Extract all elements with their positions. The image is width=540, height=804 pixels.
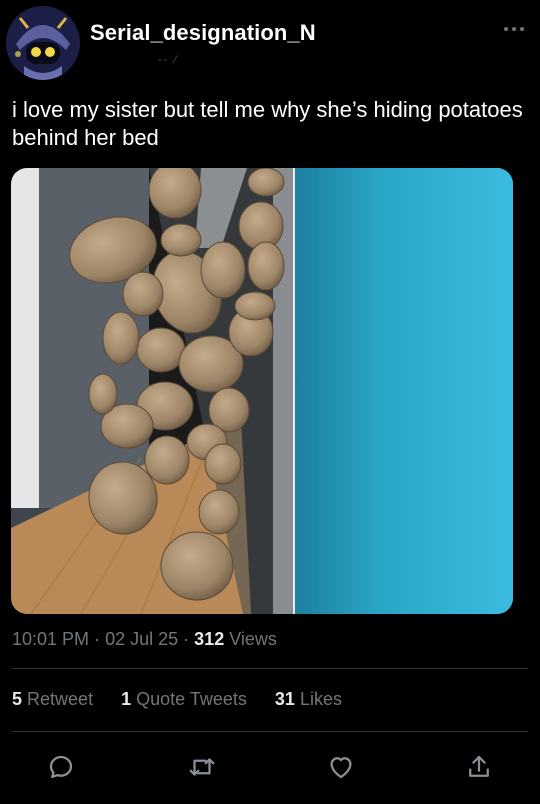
retweets-label: Retweet [27,689,94,709]
likes-stat[interactable]: 31 Likes [275,689,342,709]
tweet-meta: 10:01 PM · 02 Jul 25 · 312 Views [12,629,277,650]
engagement-stats: 5 Retweet 1 Quote Tweets 31 Likes [12,689,342,710]
heart-icon[interactable] [326,752,356,782]
avatar[interactable] [6,6,80,80]
handle-placeholder: ‐‐ ⁄ [158,54,179,66]
tweet-text: i love my sister but tell me why she’s h… [12,97,523,150]
retweet-icon[interactable] [187,752,217,782]
more-icon[interactable] [502,22,526,34]
divider [12,668,528,669]
views-count: 312 [194,629,225,649]
reply-icon[interactable] [46,752,76,782]
meta-separator: · [94,629,101,649]
meta-separator: · [183,629,190,649]
username[interactable]: Serial_designation_N [90,20,316,46]
quotes-stat[interactable]: 1 Quote Tweets [121,689,252,709]
quotes-count: 1 [121,689,132,709]
action-bar [0,750,540,786]
retweets-count: 5 [12,689,23,709]
tweet-photo[interactable] [11,168,513,614]
retweets-stat[interactable]: 5 Retweet [12,689,98,709]
likes-label: Likes [299,689,342,709]
quotes-label: Quote Tweets [136,689,247,709]
divider [12,731,528,732]
tweet-date[interactable]: 02 Jul 25 [105,629,178,649]
tweet-time[interactable]: 10:01 PM [12,629,89,649]
views-label: Views [229,629,277,649]
likes-count: 31 [274,689,295,709]
share-icon[interactable] [464,752,494,782]
